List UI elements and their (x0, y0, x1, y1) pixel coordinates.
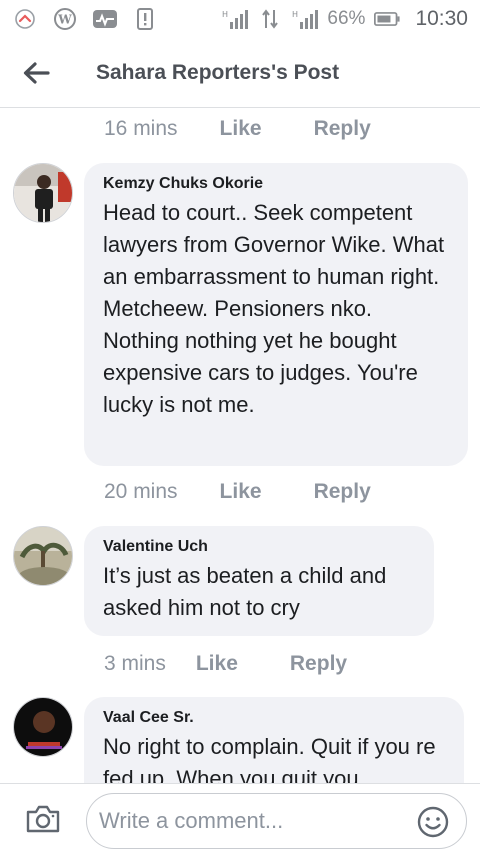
signal-icon: H (222, 7, 249, 31)
emoji-icon[interactable] (416, 805, 450, 839)
reply-button[interactable]: Reply (290, 652, 347, 676)
comment-meta: 3 mins Like Reply (104, 652, 347, 676)
clock: 10:30 (415, 7, 468, 30)
page-title: Sahara Reporters's Post (96, 60, 340, 84)
reply-button[interactable]: Reply (314, 117, 371, 141)
comment-author[interactable]: Valentine Uch (103, 538, 414, 556)
wordpress-icon: W (52, 7, 78, 31)
comment-input-wrapper[interactable] (86, 793, 467, 849)
comment-text: It’s just as beaten a child and asked hi… (103, 563, 387, 620)
comment-time: 16 mins (104, 117, 178, 140)
avatar[interactable] (13, 697, 73, 757)
sim-alert-icon (132, 7, 158, 31)
comment-composer-bar (0, 783, 480, 854)
back-button[interactable] (0, 38, 72, 108)
post-header: Sahara Reporters's Post (0, 38, 480, 108)
avatar[interactable] (13, 526, 73, 586)
notification-icon (12, 7, 38, 31)
comment-text: No right to complain. Quit if you re fed… (103, 734, 436, 783)
arrow-left-icon (23, 61, 50, 84)
battery-icon (374, 7, 401, 31)
status-bar: W H H 66% 10:30 (0, 0, 480, 38)
camera-button[interactable] (0, 784, 86, 854)
signal-icon: H (292, 7, 319, 31)
reply-button[interactable]: Reply (314, 480, 371, 504)
comment-author[interactable]: Vaal Cee Sr. (103, 709, 444, 727)
comment-bubble[interactable]: Vaal Cee Sr. No right to complain. Quit … (84, 697, 464, 783)
comment-bubble[interactable]: Valentine Uch It’s just as beaten a chil… (84, 526, 434, 636)
comment-time: 3 mins (104, 652, 166, 675)
comment-meta: 20 mins Like Reply (104, 480, 371, 504)
comment-author[interactable]: Kemzy Chuks Okorie (103, 175, 448, 193)
avatar[interactable] (13, 163, 73, 223)
data-transfer-icon (257, 7, 283, 31)
comment-bubble[interactable]: Kemzy Chuks Okorie Head to court.. Seek … (84, 163, 468, 466)
comment-input[interactable] (99, 808, 399, 834)
like-button[interactable]: Like (196, 652, 238, 676)
battery-percent: 66% (327, 8, 366, 29)
comments-feed[interactable]: 16 mins Like Reply Kemzy Chuks Okorie He… (0, 109, 480, 783)
like-button[interactable]: Like (220, 117, 262, 141)
comment-text: Head to court.. Seek competent lawyers f… (103, 200, 445, 417)
activity-icon (92, 7, 118, 31)
svg-text:W: W (57, 13, 72, 27)
camera-icon (26, 805, 60, 833)
like-button[interactable]: Like (220, 480, 262, 504)
comment-meta: 16 mins Like Reply (104, 117, 371, 141)
comment-time: 20 mins (104, 480, 178, 503)
svg-text:H: H (292, 10, 298, 19)
svg-text:H: H (222, 10, 228, 19)
